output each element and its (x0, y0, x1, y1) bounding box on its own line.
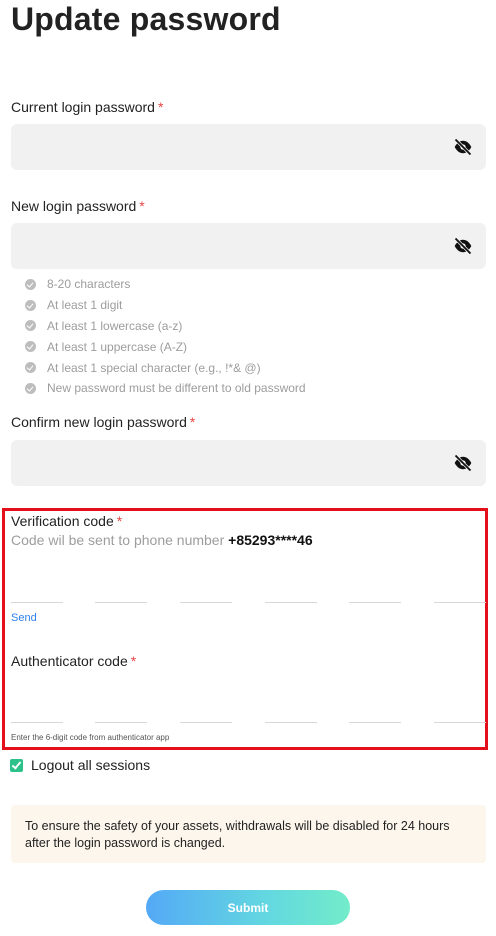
authenticator-hint: Enter the 6-digit code from authenticato… (11, 733, 170, 742)
logout-label: Logout all sessions (31, 757, 151, 773)
password-rule: At least 1 lowercase (a-z) (25, 316, 306, 337)
authenticator-code-label: Authenticator code * (11, 653, 137, 669)
check-circle-icon (25, 320, 36, 332)
code-digit-input[interactable] (11, 702, 63, 723)
eye-slash-icon[interactable] (453, 453, 473, 473)
new-password-input[interactable] (11, 223, 486, 269)
code-digit-input[interactable] (180, 702, 232, 723)
check-circle-icon (25, 278, 36, 290)
check-circle-icon (25, 362, 36, 374)
required-mark: * (130, 653, 137, 669)
phone-number: +85293****46 (228, 532, 313, 548)
required-mark: * (116, 513, 123, 529)
logout-all-sessions[interactable]: Logout all sessions (10, 757, 150, 773)
check-circle-icon (25, 341, 36, 353)
page-title: Update password (11, 1, 281, 37)
eye-slash-icon[interactable] (453, 137, 473, 157)
password-rules-list: 8-20 characters At least 1 digit At leas… (25, 274, 306, 399)
code-digit-input[interactable] (95, 582, 147, 603)
code-digit-input[interactable] (265, 702, 317, 723)
verification-code-inputs (11, 583, 486, 603)
confirm-password-input[interactable] (11, 440, 486, 486)
check-circle-icon (25, 299, 36, 311)
password-rule: 8-20 characters (25, 274, 306, 295)
required-mark: * (139, 198, 145, 214)
security-notice: To ensure the safety of your assets, wit… (11, 805, 486, 863)
submit-button[interactable]: Submit (146, 890, 350, 925)
eye-slash-icon[interactable] (453, 236, 473, 256)
code-digit-input[interactable] (434, 582, 486, 603)
code-digit-input[interactable] (349, 702, 401, 723)
check-circle-icon (25, 382, 36, 394)
password-rule: At least 1 special character (e.g., !*& … (25, 357, 306, 378)
password-rule: New password must be different to old pa… (25, 378, 306, 399)
code-digit-input[interactable] (434, 702, 486, 723)
current-password-label: Current login password * (11, 99, 164, 115)
required-mark: * (189, 414, 196, 430)
code-digit-input[interactable] (95, 702, 147, 723)
authenticator-code-inputs (11, 703, 486, 723)
new-password-label: New login password * (11, 198, 145, 214)
confirm-password-label: Confirm new login password * (11, 414, 196, 430)
code-digit-input[interactable] (11, 582, 63, 603)
code-digit-input[interactable] (265, 582, 317, 603)
required-mark: * (157, 99, 164, 115)
checkbox-checked-icon[interactable] (10, 758, 23, 772)
verification-hint: Code wil be sent to phone number +85293*… (11, 532, 313, 548)
code-digit-input[interactable] (180, 582, 232, 603)
current-password-input[interactable] (11, 124, 486, 170)
password-rule: At least 1 digit (25, 295, 306, 316)
password-rule: At least 1 uppercase (A-Z) (25, 336, 306, 357)
send-code-link[interactable]: Send (11, 612, 37, 624)
code-digit-input[interactable] (349, 582, 401, 603)
verification-code-label: Verification code * (11, 513, 123, 529)
